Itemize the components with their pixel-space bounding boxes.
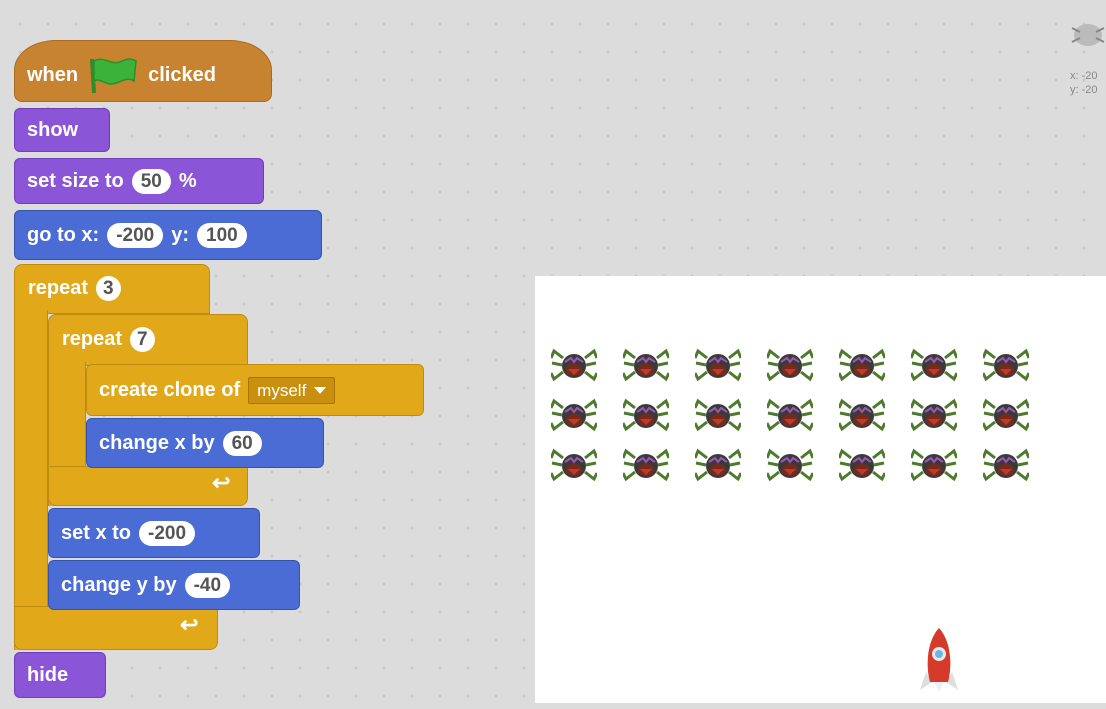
y-label: y:	[171, 224, 190, 246]
spider-clone[interactable]	[909, 398, 959, 432]
repeat-outer-count[interactable]: 3	[96, 275, 121, 301]
spider-clone[interactable]	[693, 448, 743, 482]
sprite-thumbnail-icon	[1071, 24, 1105, 46]
percent-label: %	[178, 170, 197, 192]
spider-clone[interactable]	[837, 448, 887, 482]
rocket-icon	[920, 628, 958, 692]
spider-clone[interactable]	[693, 398, 743, 432]
stage[interactable]	[535, 276, 1106, 703]
spider-clone[interactable]	[765, 398, 815, 432]
repeat-inner-count[interactable]: 7	[130, 326, 155, 352]
create-clone-block[interactable]: create clone of myself	[86, 364, 424, 416]
set-size-block[interactable]: set size to 50 %	[14, 158, 264, 204]
clicked-label: clicked	[148, 64, 216, 86]
show-label: show	[27, 119, 79, 141]
when-flag-clicked-block[interactable]: when clicked	[14, 40, 272, 102]
spider-clone[interactable]	[909, 448, 959, 482]
dropdown-arrow-icon	[314, 386, 327, 394]
spider-clone[interactable]	[549, 398, 599, 432]
clone-target-dropdown[interactable]: myself	[248, 376, 336, 404]
spider-clone[interactable]	[981, 348, 1031, 382]
set-x-input[interactable]: -200	[139, 520, 196, 546]
spider-clone[interactable]	[549, 448, 599, 482]
hide-label: hide	[27, 664, 69, 686]
change-x-label: change x by	[99, 432, 215, 454]
spider-clone[interactable]	[909, 348, 959, 382]
repeat-inner-label: repeat	[62, 328, 123, 350]
spider-clone[interactable]	[621, 398, 671, 432]
change-y-input[interactable]: -40	[184, 572, 231, 598]
show-block[interactable]: show	[14, 108, 110, 152]
spider-clone[interactable]	[765, 348, 815, 382]
loop-arrow-icon: ↩	[180, 612, 199, 637]
repeat-label: repeat	[28, 277, 89, 299]
spider-clone[interactable]	[621, 448, 671, 482]
hide-block[interactable]: hide	[14, 652, 106, 698]
size-input[interactable]: 50	[131, 168, 171, 194]
y-input[interactable]: 100	[197, 222, 247, 248]
spider-clone[interactable]	[837, 398, 887, 432]
change-x-block[interactable]: change x by 60	[86, 418, 324, 468]
create-clone-label: create clone of	[99, 379, 241, 401]
spider-clone[interactable]	[693, 348, 743, 382]
spider-clone[interactable]	[621, 348, 671, 382]
sprite-y-readout: y: -20	[1070, 84, 1098, 96]
change-y-block[interactable]: change y by -40	[48, 560, 300, 610]
repeat-inner-header: repeat 7	[50, 318, 167, 360]
green-flag-icon	[90, 58, 137, 94]
set-x-label: set x to	[61, 522, 132, 544]
set-x-block[interactable]: set x to -200	[48, 508, 260, 558]
x-input[interactable]: -200	[107, 222, 164, 248]
repeat-outer-header: repeat 3	[16, 268, 133, 308]
clone-target-value: myself	[257, 380, 307, 400]
go-to-xy-block[interactable]: go to x: -200 y: 100	[14, 210, 322, 260]
spider-clone[interactable]	[765, 448, 815, 482]
spider-clone[interactable]	[549, 348, 599, 382]
spider-clone[interactable]	[981, 398, 1031, 432]
go-to-label: go to x:	[27, 224, 100, 246]
sprite-x-readout: x: -20	[1070, 70, 1098, 82]
loop-arrow-icon: ↩	[212, 470, 231, 495]
change-x-input[interactable]: 60	[222, 430, 262, 456]
set-size-label: set size to	[27, 170, 124, 192]
repeat-outer-arm	[14, 310, 48, 650]
when-label: when	[27, 64, 79, 86]
spider-clone[interactable]	[981, 448, 1031, 482]
change-y-label: change y by	[61, 574, 177, 596]
spider-clone[interactable]	[837, 348, 887, 382]
